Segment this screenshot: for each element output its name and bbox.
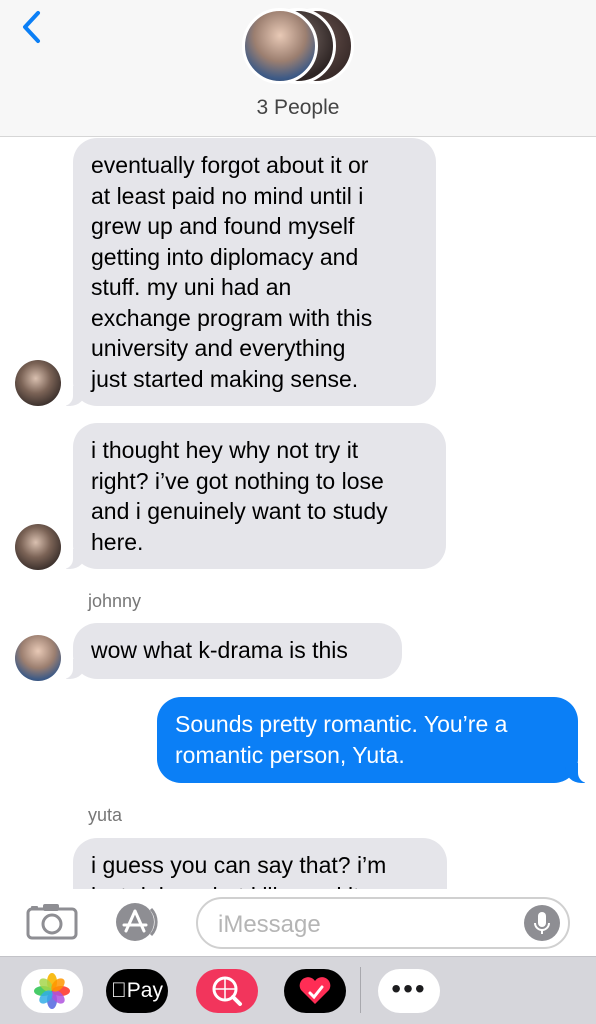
apple-pay-icon: Pay [106, 979, 168, 1003]
message-input[interactable]: iMessage [196, 897, 570, 949]
incoming-message-bubble[interactable]: i thought hey why not try it right? i’ve… [61, 423, 446, 569]
message-text-line: at least paid no mind until i [91, 182, 364, 209]
message-text-line: grew up and found myself [91, 213, 355, 239]
message-text-line: here. [91, 528, 144, 555]
message-text-line: just started making sense. [91, 365, 359, 392]
digital-touch-app-button[interactable] [284, 969, 346, 1013]
message-text-line: university and everything [91, 335, 346, 361]
message-text-line: and i genuinely want to study [91, 498, 388, 524]
sender-name: yuta [88, 805, 123, 825]
more-apps-button[interactable]: ••• [378, 969, 440, 1013]
group-avatars[interactable] [242, 8, 362, 84]
message-text-line: i guess you can say that? i’m [91, 852, 387, 878]
apple-pay-button[interactable]: Pay [106, 969, 168, 1013]
message-text-line: exchange program with this [91, 304, 373, 331]
app-drawer: Pay ••• [0, 956, 596, 1024]
search-images-icon [212, 976, 242, 1006]
back-chevron-icon[interactable] [18, 8, 48, 46]
message-text-line: i thought hey why not try it [91, 437, 359, 463]
sender-avatar[interactable] [15, 635, 61, 681]
camera-icon[interactable] [26, 902, 78, 940]
sender-avatar[interactable] [15, 524, 61, 570]
sender-name: johnny [88, 591, 142, 611]
apple-pay-label: Pay [118, 979, 163, 1002]
more-icon: ••• [391, 973, 427, 1004]
message-text-line: stuff. my uni had an [91, 274, 292, 300]
outgoing-message-bubble[interactable]: Sounds pretty romantic. You’re a romanti… [157, 697, 590, 783]
digital-touch-icon [299, 977, 331, 1004]
message-composer: iMessage [0, 889, 596, 956]
message-text-line: right? i’ve got nothing to lose [91, 467, 384, 494]
avatar [242, 8, 318, 84]
message-text-line: wow what k-drama is this [91, 637, 348, 663]
incoming-message-bubble[interactable]: eventually forgot about it or at least p… [61, 138, 436, 406]
microphone-icon[interactable] [524, 905, 560, 941]
photos-icon [34, 973, 70, 1009]
group-member-count[interactable]: 3 People [0, 96, 596, 120]
message-text-line: getting into diplomacy and [91, 243, 359, 270]
incoming-message-bubble[interactable]: wow what k-drama is this [61, 623, 402, 679]
message-text-line: just doing what i like and it [91, 881, 429, 890]
sender-avatar[interactable] [15, 360, 61, 406]
message-text-line: Sounds pretty romantic. You’re a [175, 711, 508, 737]
image-search-app-button[interactable] [196, 969, 258, 1013]
drawer-divider [360, 967, 361, 1013]
photos-app-button[interactable] [21, 969, 83, 1013]
app-store-icon[interactable] [111, 901, 163, 943]
message-thread[interactable]: eventually forgot about it or at least p… [0, 137, 596, 889]
message-input-placeholder: iMessage [218, 911, 321, 938]
incoming-message-bubble[interactable]: i guess you can say that? i’m just doing… [73, 838, 447, 889]
conversation-header: 3 People [0, 0, 596, 137]
message-text-line: romantic person, Yuta. [175, 741, 405, 768]
message-text-line: eventually forgot about it or [91, 152, 369, 178]
